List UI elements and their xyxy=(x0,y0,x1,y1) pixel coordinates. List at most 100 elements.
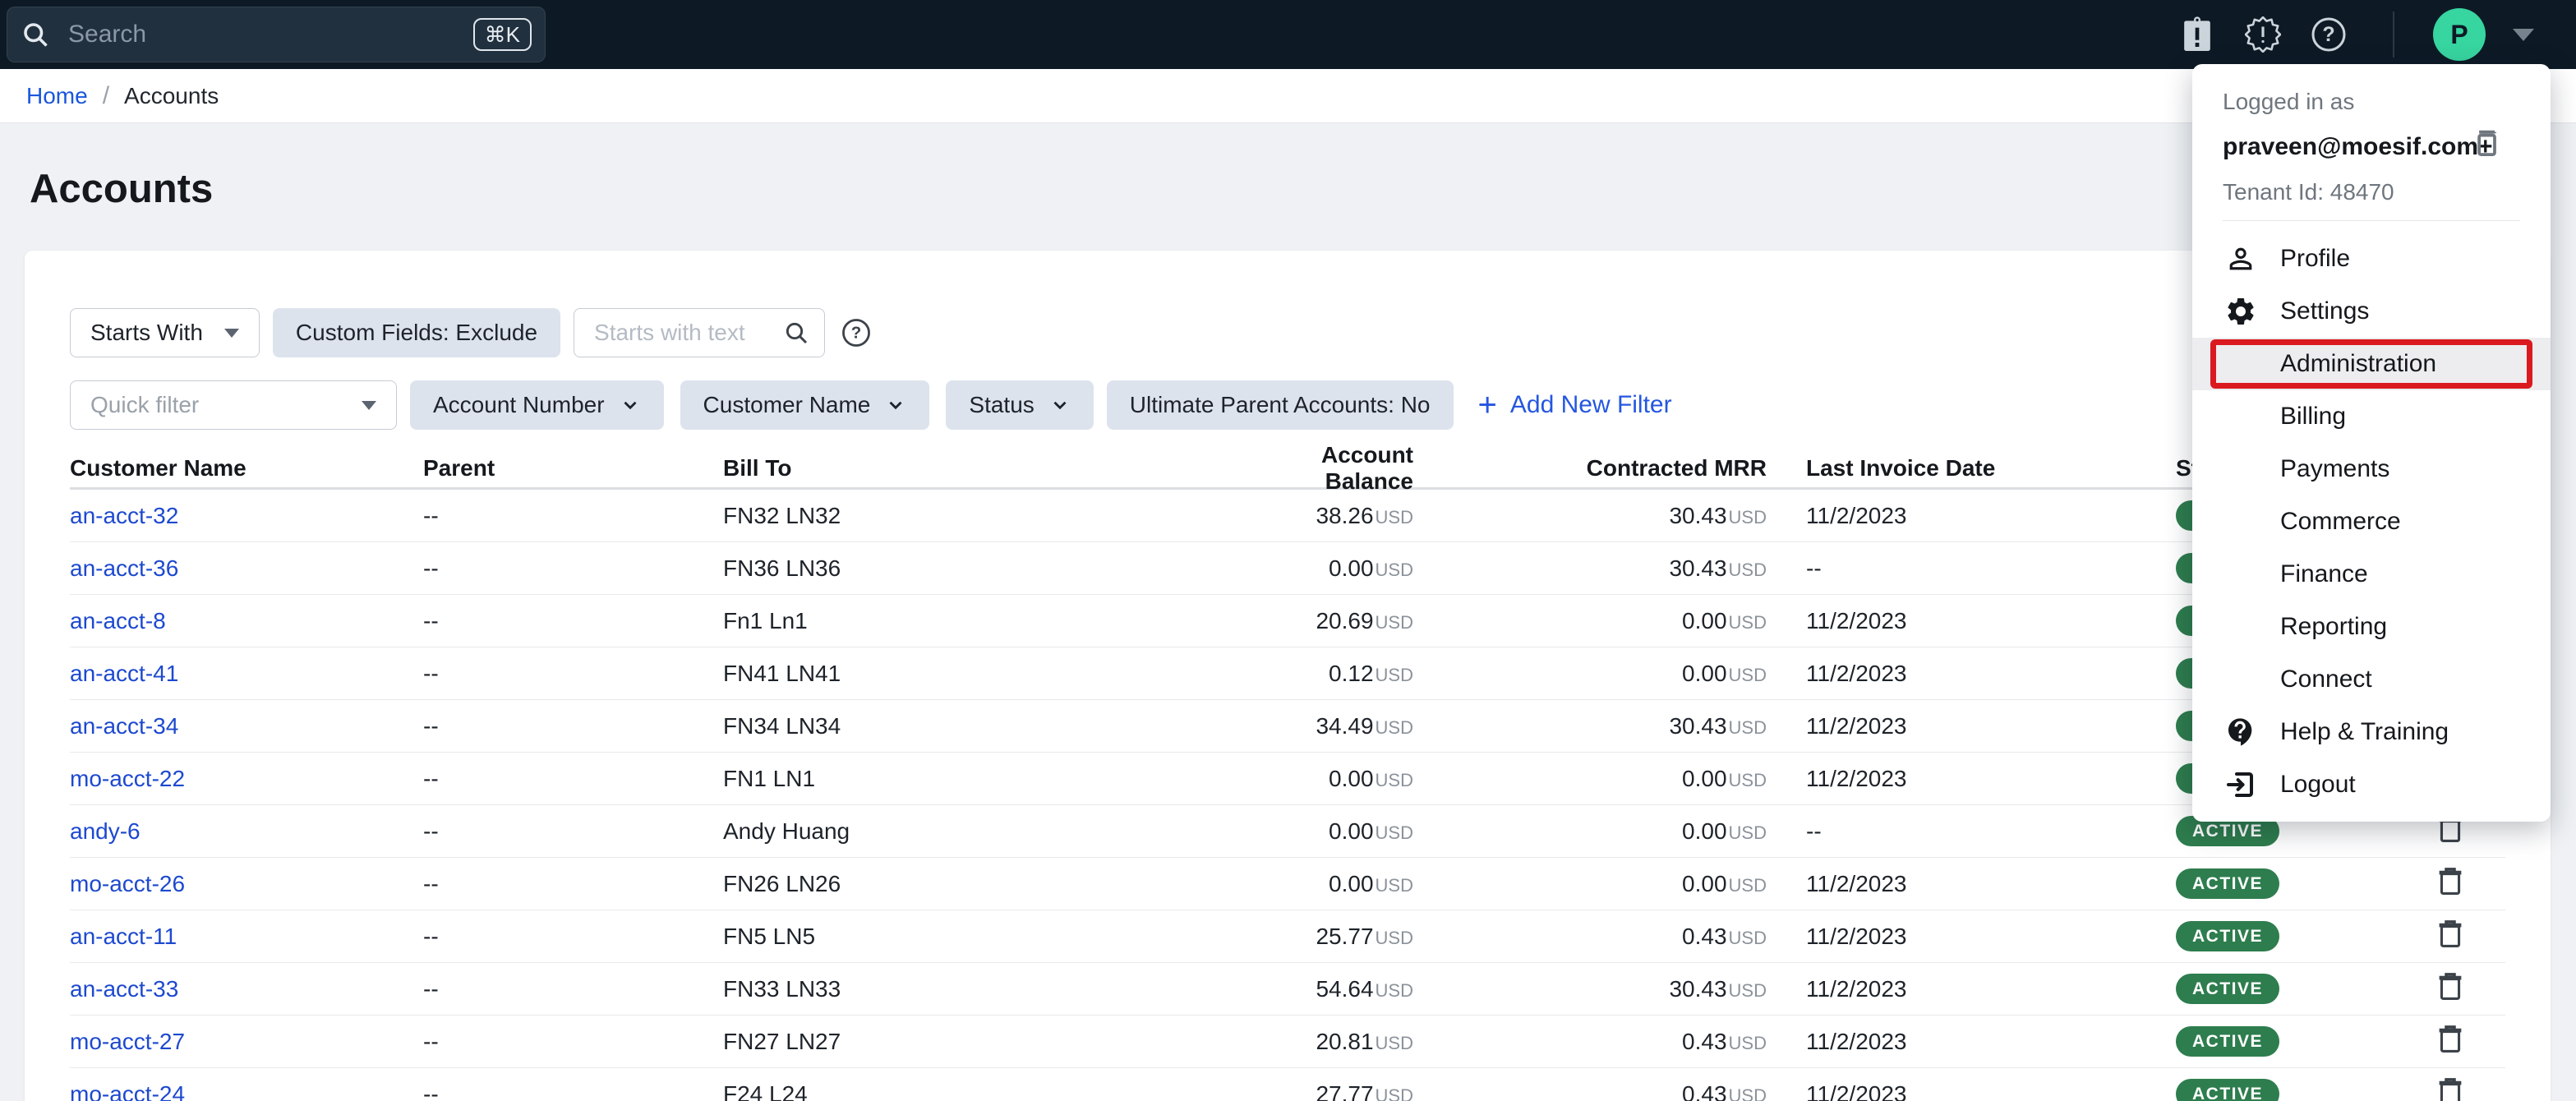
match-mode-select[interactable]: Starts With xyxy=(70,308,260,357)
menu-divider xyxy=(2223,220,2520,221)
table-header: Customer Name Parent Bill To Account Bal… xyxy=(70,442,2505,490)
menu-item-label: Billing xyxy=(2280,403,2346,431)
custom-fields-chip[interactable]: Custom Fields: Exclude xyxy=(273,308,560,357)
trash-icon[interactable] xyxy=(2436,1023,2464,1054)
contracted-mrr-cell: 30.43USD xyxy=(1413,555,1767,582)
contracted-mrr-cell: 0.00USD xyxy=(1413,818,1767,845)
add-new-filter-button[interactable]: + Add New Filter xyxy=(1478,389,1672,422)
ultimate-parent-chip[interactable]: Ultimate Parent Accounts: No xyxy=(1107,380,1454,430)
customer-name-link[interactable]: andy-6 xyxy=(70,818,141,844)
trash-icon[interactable] xyxy=(2436,1076,2464,1101)
contracted-mrr-cell: 30.43USD xyxy=(1413,503,1767,529)
account-number-chip[interactable]: Account Number xyxy=(410,380,664,430)
help-icon[interactable]: ? xyxy=(2311,16,2347,53)
customer-name-link[interactable]: an-acct-41 xyxy=(70,661,178,686)
menu-item-label: Settings xyxy=(2280,297,2369,325)
parent-cell: -- xyxy=(423,1029,723,1055)
quick-filter-select[interactable]: Quick filter xyxy=(70,380,397,430)
status-badge: ACTIVE xyxy=(2176,1079,2279,1101)
avatar[interactable]: P xyxy=(2433,8,2486,61)
menu-item-commerce[interactable]: Commerce xyxy=(2192,495,2551,548)
breadcrumb: Home / Accounts xyxy=(0,69,2576,123)
copy-icon[interactable] xyxy=(2468,125,2503,165)
trash-icon[interactable] xyxy=(2436,918,2464,949)
filter-help-icon[interactable]: ? xyxy=(841,318,871,348)
col-contracted-mrr[interactable]: Contracted MRR xyxy=(1413,455,1767,481)
customer-name-link[interactable]: an-acct-33 xyxy=(70,976,178,1002)
trash-icon[interactable] xyxy=(2436,970,2464,1002)
customer-name-link[interactable]: mo-acct-27 xyxy=(70,1029,185,1054)
account-balance-cell: 54.64USD xyxy=(1249,976,1413,1002)
account-balance-cell: 27.77USD xyxy=(1249,1081,1413,1101)
table-row: mo-acct-22 -- FN1 LN1 0.00USD 0.00USD 11… xyxy=(70,753,2505,805)
customer-name-link[interactable]: an-acct-34 xyxy=(70,713,178,739)
table-row: mo-acct-26 -- FN26 LN26 0.00USD 0.00USD … xyxy=(70,858,2505,910)
menu-item-administration[interactable]: Administration xyxy=(2192,338,2551,390)
col-last-invoice-date[interactable]: Last Invoice Date xyxy=(1767,455,2169,481)
parent-cell: -- xyxy=(423,713,723,739)
customer-name-link[interactable]: an-acct-11 xyxy=(70,924,177,949)
search-icon[interactable] xyxy=(783,320,809,346)
customer-name-label: Customer Name xyxy=(703,392,871,418)
col-account-balance[interactable]: Account Balance xyxy=(1249,442,1413,495)
account-balance-cell: 20.81USD xyxy=(1249,1029,1413,1055)
status-badge: ACTIVE xyxy=(2176,921,2279,951)
plus-icon: + xyxy=(1478,389,1497,422)
person-icon xyxy=(2223,242,2259,275)
menu-item-logout[interactable]: Logout xyxy=(2192,758,2551,811)
bill-to-cell: FN33 LN33 xyxy=(723,976,1249,1002)
whats-new-icon[interactable] xyxy=(2245,16,2281,53)
menu-item-help-training[interactable]: Help & Training xyxy=(2192,706,2551,758)
release-notes-icon[interactable] xyxy=(2179,16,2215,53)
filter-row-2: Quick filter Account Number Customer Nam… xyxy=(70,380,2505,430)
status-chip[interactable]: Status xyxy=(946,380,1093,430)
table-row: mo-acct-24 -- F24 L24 27.77USD 0.43USD 1… xyxy=(70,1068,2505,1101)
custom-fields-label: Custom Fields: Exclude xyxy=(296,320,537,346)
customer-name-link[interactable]: an-acct-32 xyxy=(70,503,178,528)
menu-item-reporting[interactable]: Reporting xyxy=(2192,601,2551,653)
chevron-down-icon[interactable] xyxy=(2513,29,2534,41)
customer-name-link[interactable]: mo-acct-24 xyxy=(70,1081,185,1101)
search-icon xyxy=(21,20,50,49)
customer-name-link[interactable]: an-acct-8 xyxy=(70,608,166,633)
col-bill-to[interactable]: Bill To xyxy=(723,455,1249,481)
breadcrumb-current: Accounts xyxy=(124,83,219,109)
menu-item-payments[interactable]: Payments xyxy=(2192,443,2551,495)
parent-cell: -- xyxy=(423,976,723,1002)
customer-name-link[interactable]: mo-acct-22 xyxy=(70,766,185,791)
triangle-down-icon xyxy=(362,401,376,410)
table-row: andy-6 -- Andy Huang 0.00USD 0.00USD -- … xyxy=(70,805,2505,858)
menu-item-label: Commerce xyxy=(2280,508,2401,536)
customer-name-link[interactable]: an-acct-36 xyxy=(70,555,178,581)
customer-name-link[interactable]: mo-acct-26 xyxy=(70,871,185,896)
col-parent[interactable]: Parent xyxy=(423,455,723,481)
bill-to-cell: Andy Huang xyxy=(723,818,1249,845)
col-customer-name[interactable]: Customer Name xyxy=(70,455,423,481)
help-bubble-icon xyxy=(2223,716,2259,749)
contracted-mrr-cell: 0.00USD xyxy=(1413,661,1767,687)
last-invoice-cell: 11/2/2023 xyxy=(1767,924,2169,950)
parent-cell: -- xyxy=(423,661,723,687)
menu-item-label: Finance xyxy=(2280,560,2368,588)
user-info-block: Logged in as praveen@moesif.com+ Tenant … xyxy=(2192,64,2551,221)
bill-to-cell: FN27 LN27 xyxy=(723,1029,1249,1055)
menu-item-connect[interactable]: Connect xyxy=(2192,653,2551,706)
menu-item-profile[interactable]: Profile xyxy=(2192,233,2551,285)
trash-icon[interactable] xyxy=(2436,865,2464,896)
bill-to-cell: FN5 LN5 xyxy=(723,924,1249,950)
global-search[interactable]: ⌘K xyxy=(7,7,546,62)
search-input[interactable] xyxy=(68,21,473,48)
starts-with-input[interactable] xyxy=(594,320,783,346)
customer-name-chip[interactable]: Customer Name xyxy=(680,380,930,430)
contracted-mrr-cell: 0.00USD xyxy=(1413,766,1767,792)
menu-item-billing[interactable]: Billing xyxy=(2192,390,2551,443)
top-navbar: ⌘K ? P xyxy=(0,0,2576,69)
parent-cell: -- xyxy=(423,608,723,634)
menu-item-settings[interactable]: Settings xyxy=(2192,285,2551,338)
contracted-mrr-cell: 0.00USD xyxy=(1413,871,1767,897)
breadcrumb-home-link[interactable]: Home xyxy=(26,83,88,109)
menu-item-label: Payments xyxy=(2280,455,2389,483)
menu-item-finance[interactable]: Finance xyxy=(2192,548,2551,601)
gear-icon xyxy=(2223,295,2259,328)
search-shortcut-badge: ⌘K xyxy=(473,18,532,51)
